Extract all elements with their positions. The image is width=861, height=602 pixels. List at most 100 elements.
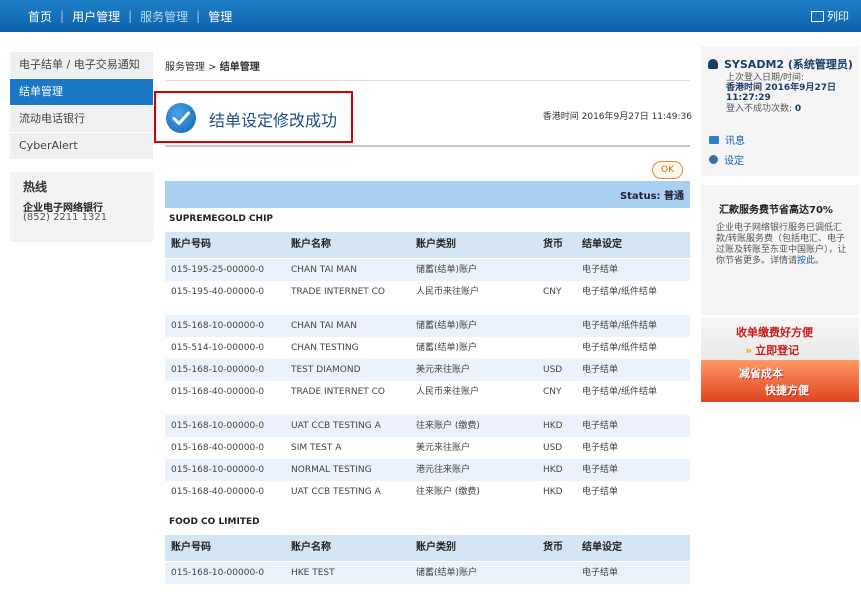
table-cell: 人民币来往账户 (416, 387, 480, 397)
table-cell: 美元来往账户 (416, 443, 471, 453)
ad-banner[interactable]: 收单缴费好方便 » 立即登记 减省成本 快捷方便 (701, 318, 859, 402)
column-header: 账户类别 (416, 542, 456, 553)
table-cell: 015-195-40-00000-0 (171, 287, 265, 297)
column-header: 账户名称 (291, 542, 331, 553)
breadcrumb-parent[interactable]: 服务管理 > (165, 62, 220, 73)
messages-link[interactable]: 讯息 (709, 132, 745, 147)
table-cell: HKD (543, 465, 563, 475)
table-cell: 电子结单/纸件结单 (582, 387, 658, 397)
table-cell: 015-168-10-00000-0 (171, 321, 265, 331)
nav-service-management[interactable]: 服务管理 (140, 8, 188, 25)
sidebar-item-statement-management[interactable]: 结单管理 (10, 79, 153, 106)
column-header: 账户号码 (171, 239, 211, 250)
table-cell: 电子结单 (582, 265, 619, 275)
user-info-panel: SYSADM2 (系统管理员) 上次登入日期/时间: 香港时间 2016年9月2… (701, 46, 859, 176)
promo-body: 企业电子网络银行服务已调低汇款/转账服务费（包括电汇、电子过账及转账至东亚中国账… (716, 223, 849, 267)
column-header: 账户名称 (291, 239, 331, 250)
divider (165, 145, 690, 147)
table-row: 015-168-10-00000-0 NORMAL TESTING 港元往来账户 HK… (165, 459, 690, 481)
table-cell: 美元来往账户 (416, 365, 471, 375)
ad-line1: 收单缴费好方便 (736, 326, 813, 339)
sidebar-item-estatement[interactable]: 电子结单 / 电子交易通知 (10, 52, 153, 79)
table-row: 015-195-40-00000-0 TRADE INTERNET CO 人民币来往… (165, 281, 690, 303)
table-cell: 015-514-10-00000-0 (171, 343, 265, 353)
table-cell: 电子结单 (582, 568, 619, 578)
table-cell: 电子结单/纸件结单 (582, 287, 658, 297)
table-row: 015-168-10-00000-0 HKE TEST 储蓄(结单)账户 电子结单 (165, 562, 690, 584)
success-message: 结单设定修改成功 (209, 111, 338, 130)
status-label: Status: 普通 (619, 191, 684, 202)
table-cell: 015-168-10-00000-0 (171, 421, 265, 431)
table-cell: 往来账户 (缴费) (416, 421, 480, 431)
breadcrumb-current: 结单管理 (219, 62, 260, 73)
table-cell: USD (543, 365, 563, 375)
breadcrumb: 服务管理 > 结单管理 (165, 58, 260, 73)
table-cell: 015-195-25-00000-0 (171, 265, 265, 275)
status-bar: Status: 普通 (165, 181, 690, 208)
timestamp: 香港时间 2016年9月27日 11:49:36 (542, 112, 692, 122)
messages-link-label: 讯息 (725, 136, 745, 147)
table-row: 015-168-40-00000-0 TRADE INTERNET CO 人民币来往… (165, 381, 690, 403)
last-login-date: 香港时间 2016年9月27日 (726, 83, 836, 93)
success-message-box: 结单设定修改成功 (154, 91, 353, 143)
column-header: 货币 (543, 239, 563, 250)
table-cell: 储蓄(结单)账户 (416, 568, 478, 578)
sidebar-menu: 电子结单 / 电子交易通知 结单管理 流动电话银行 CyberAlert (10, 52, 153, 160)
nav-home[interactable]: 首页 (28, 8, 52, 25)
table-cell: CNY (543, 387, 562, 397)
settings-link[interactable]: 设定 (709, 152, 744, 167)
table-cell: 015-168-10-00000-0 (171, 568, 265, 578)
table-cell: 人民币来往账户 (416, 287, 480, 297)
failed-login-label: 登入不成功次数: (726, 104, 795, 114)
column-header: 账户号码 (171, 542, 211, 553)
table-row: 015-168-10-00000-0 TEST DIAMOND 美元来往账户 USD 电… (165, 359, 690, 381)
table-cell: NORMAL TESTING (291, 465, 372, 475)
promo-text-end: 。 (815, 256, 825, 266)
table-cell: CHAN TAI MAN (291, 265, 357, 275)
column-header: 结单设定 (582, 542, 622, 553)
table-cell: 储蓄(结单)账户 (416, 265, 478, 275)
sidebar-item-cyberalert[interactable]: CyberAlert (10, 133, 153, 160)
table-cell: UAT CCB TESTING A (291, 421, 381, 431)
table-cell: 015-168-10-00000-0 (171, 465, 265, 475)
table-cell: SIM TEST A (291, 443, 342, 453)
divider (165, 80, 690, 81)
printer-icon (811, 10, 824, 22)
table-cell: 电子结单/纸件结单 (582, 321, 658, 331)
nav-separator: | (128, 9, 133, 23)
double-arrow-icon: » (745, 344, 753, 357)
nav-admin[interactable]: 管理 (208, 8, 232, 25)
table-cell: 电子结单 (582, 365, 619, 375)
print-button[interactable]: 列印 (811, 0, 849, 32)
table-row: 015-168-10-00000-0 UAT CCB TESTING A 往来账户 … (165, 415, 690, 437)
table-cell: 015-168-40-00000-0 (171, 387, 265, 397)
company-name: FOOD CO LIMITED (169, 517, 260, 527)
table-row: 015-168-40-00000-0 UAT CCB TESTING A 往来账户 … (165, 481, 690, 503)
top-navigation-bar: 首页 | 用户管理 | 服务管理 | 管理 列印 (0, 0, 861, 32)
sidebar-item-mobile-banking[interactable]: 流动电话银行 (10, 106, 153, 133)
company-name: SUPREMEGOLD CHIP (169, 214, 274, 224)
table-cell: 电子结单/纸件结单 (582, 343, 658, 353)
column-header: 账户类别 (416, 239, 456, 250)
table-cell: 储蓄(结单)账户 (416, 321, 478, 331)
promo-link[interactable]: 按此 (797, 256, 815, 266)
last-login-label: 上次登入日期/时间: (726, 73, 805, 83)
ok-button[interactable]: OK (652, 161, 683, 179)
user-icon (708, 59, 718, 69)
failed-login-count: 0 (794, 104, 802, 114)
table-cell: HKD (543, 487, 563, 497)
table-cell: 015-168-40-00000-0 (171, 487, 265, 497)
ad-bottom: 减省成本 快捷方便 (701, 360, 859, 402)
nav-user-management[interactable]: 用户管理 (72, 8, 120, 25)
settings-link-label: 设定 (724, 156, 744, 167)
last-login-time: 11:27:29 (726, 93, 771, 103)
hotline-title: 热线 (23, 180, 48, 194)
table-cell: TEST DIAMOND (291, 365, 361, 375)
print-label: 列印 (827, 10, 849, 23)
table-row: 015-514-10-00000-0 CHAN TESTING 储蓄(结单)账户 电子… (165, 337, 690, 359)
table-cell: CNY (543, 287, 562, 297)
failed-login: 登入不成功次数: 0 (726, 105, 801, 114)
table-cell: 015-168-10-00000-0 (171, 365, 265, 375)
table-cell: 电子结单 (582, 421, 619, 431)
top-nav: 首页 | 用户管理 | 服务管理 | 管理 (28, 0, 240, 32)
